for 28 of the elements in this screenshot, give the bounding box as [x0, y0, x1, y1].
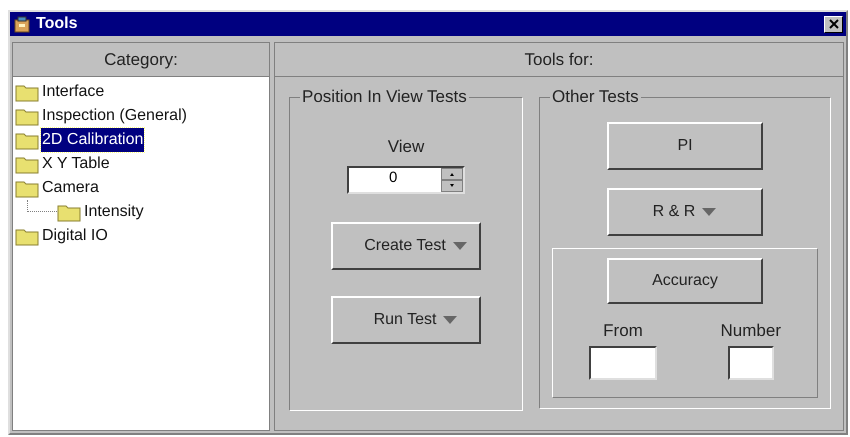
tree-item[interactable]: Camera [41, 176, 100, 200]
window-title: Tools [36, 14, 78, 34]
close-icon [828, 19, 838, 29]
spin-up-icon[interactable] [441, 168, 463, 180]
tree-item[interactable]: Intensity [83, 200, 145, 224]
test-button[interactable]: R & R [607, 188, 763, 236]
from-input-field[interactable] [589, 346, 657, 380]
dropdown-triangle-icon [452, 240, 468, 250]
tree-item[interactable]: Digital IO [41, 224, 109, 248]
tree-item[interactable]: Inspection (General) [41, 104, 188, 128]
dropdown-triangle-icon [442, 314, 458, 324]
toolbox-icon [13, 15, 31, 33]
test-button[interactable]: Run Test [331, 296, 481, 344]
close-button[interactable] [824, 16, 843, 32]
number-input-field[interactable] [728, 346, 774, 380]
spin-down-icon[interactable] [441, 180, 463, 192]
test-button[interactable]: Create Test [331, 222, 481, 270]
panel-header: Tools for: [275, 43, 843, 77]
field-label: Number [720, 320, 781, 342]
field-label: From [603, 320, 643, 342]
tree-item[interactable]: Interface [41, 80, 106, 104]
tree-item[interactable]: X Y Table [41, 152, 111, 176]
accuracy-button[interactable]: Accuracy [607, 258, 763, 304]
field-label: View [388, 136, 424, 158]
dropdown-triangle-icon [701, 207, 718, 217]
tree-item[interactable]: 2D Calibration [41, 128, 144, 152]
test-button[interactable]: PI [607, 122, 763, 170]
view-spin-field[interactable]: 0 [347, 166, 465, 194]
